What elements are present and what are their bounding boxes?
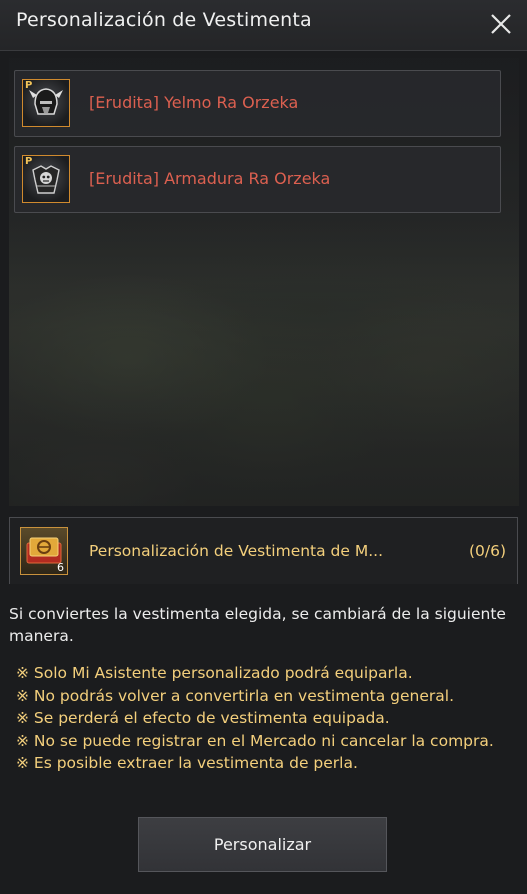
note-item: ※ No podrás volver a convertirla en vest… — [16, 686, 455, 705]
window-title: Personalización de Vestimenta — [16, 9, 312, 31]
coupon-row[interactable]: 6 Personalización de Vestimenta de M... … — [9, 517, 518, 584]
armor-icon: P — [22, 155, 70, 203]
conversion-description: Si conviertes la vestimenta elegida, se … — [9, 605, 506, 645]
item-name: [Erudita] Armadura Ra Orzeka — [89, 169, 331, 188]
notes-list: ※ Solo Mi Asistente personalizado podrá … — [16, 662, 516, 775]
helmet-icon: P — [22, 79, 70, 127]
note-item: ※ Se perderá el efecto de vestimenta equ… — [16, 709, 390, 727]
item-name: [Erudita] Yelmo Ra Orzeka — [89, 93, 299, 112]
close-button[interactable] — [487, 10, 515, 38]
window-header: Personalización de Vestimenta — [0, 0, 527, 51]
coupon-count: 6 — [57, 561, 64, 574]
note-item: ※ No se puede registrar en el Mercado ni… — [16, 731, 494, 750]
customize-button[interactable]: Personalizar — [138, 817, 387, 872]
outfit-item-row[interactable]: P [Erudita] Armadura Ra Orzeka — [14, 146, 501, 213]
outfit-item-list: P [Erudita] Yelmo Ra Orzeka P [Erudita] … — [14, 70, 501, 222]
note-item: ※ Solo Mi Asistente personalizado podrá … — [16, 664, 413, 682]
ticket-icon: 6 — [20, 527, 68, 575]
outfit-item-row[interactable]: P [Erudita] Yelmo Ra Orzeka — [14, 70, 501, 137]
coupon-quantity: (0/6) — [468, 542, 506, 560]
close-icon — [491, 14, 511, 34]
note-item: ※ Es posible extraer la vestimenta de pe… — [16, 754, 358, 772]
coupon-name: Personalización de Vestimenta de M... — [89, 542, 384, 560]
